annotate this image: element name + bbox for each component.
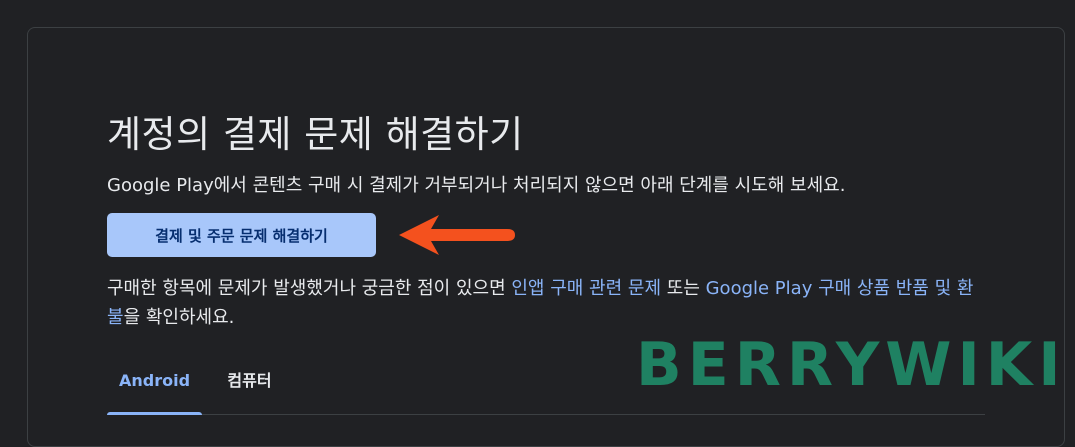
tab-android-label: Android — [118, 371, 191, 390]
left-arrow-icon — [399, 215, 515, 255]
in-app-purchase-link[interactable]: 인앱 구매 관련 문제 — [511, 278, 661, 299]
body-text-middle: 또는 — [661, 278, 706, 299]
page-title: 계정의 결제 문제 해결하기 — [107, 113, 524, 156]
tab-computer[interactable]: 컴퓨터 — [212, 352, 287, 413]
active-tab-indicator — [107, 412, 202, 415]
watermark-logo: BERRYWIKI — [636, 330, 1067, 400]
intro-text: Google Play에서 콘텐츠 구매 시 결제가 거부되거나 처리되지 않으… — [107, 175, 846, 196]
troubleshoot-payment-button[interactable]: 결제 및 주문 문제 해결하기 — [107, 213, 376, 257]
body-text: 구매한 항목에 문제가 발생했거나 궁금한 점이 있으면 인앱 구매 관련 문제… — [107, 274, 987, 332]
tab-android[interactable]: Android — [107, 352, 202, 415]
body-text-before: 구매한 항목에 문제가 발생했거나 궁금한 점이 있으면 — [107, 278, 512, 299]
body-text-after: 을 확인하세요. — [123, 307, 235, 328]
tab-computer-label: 컴퓨터 — [227, 371, 272, 390]
